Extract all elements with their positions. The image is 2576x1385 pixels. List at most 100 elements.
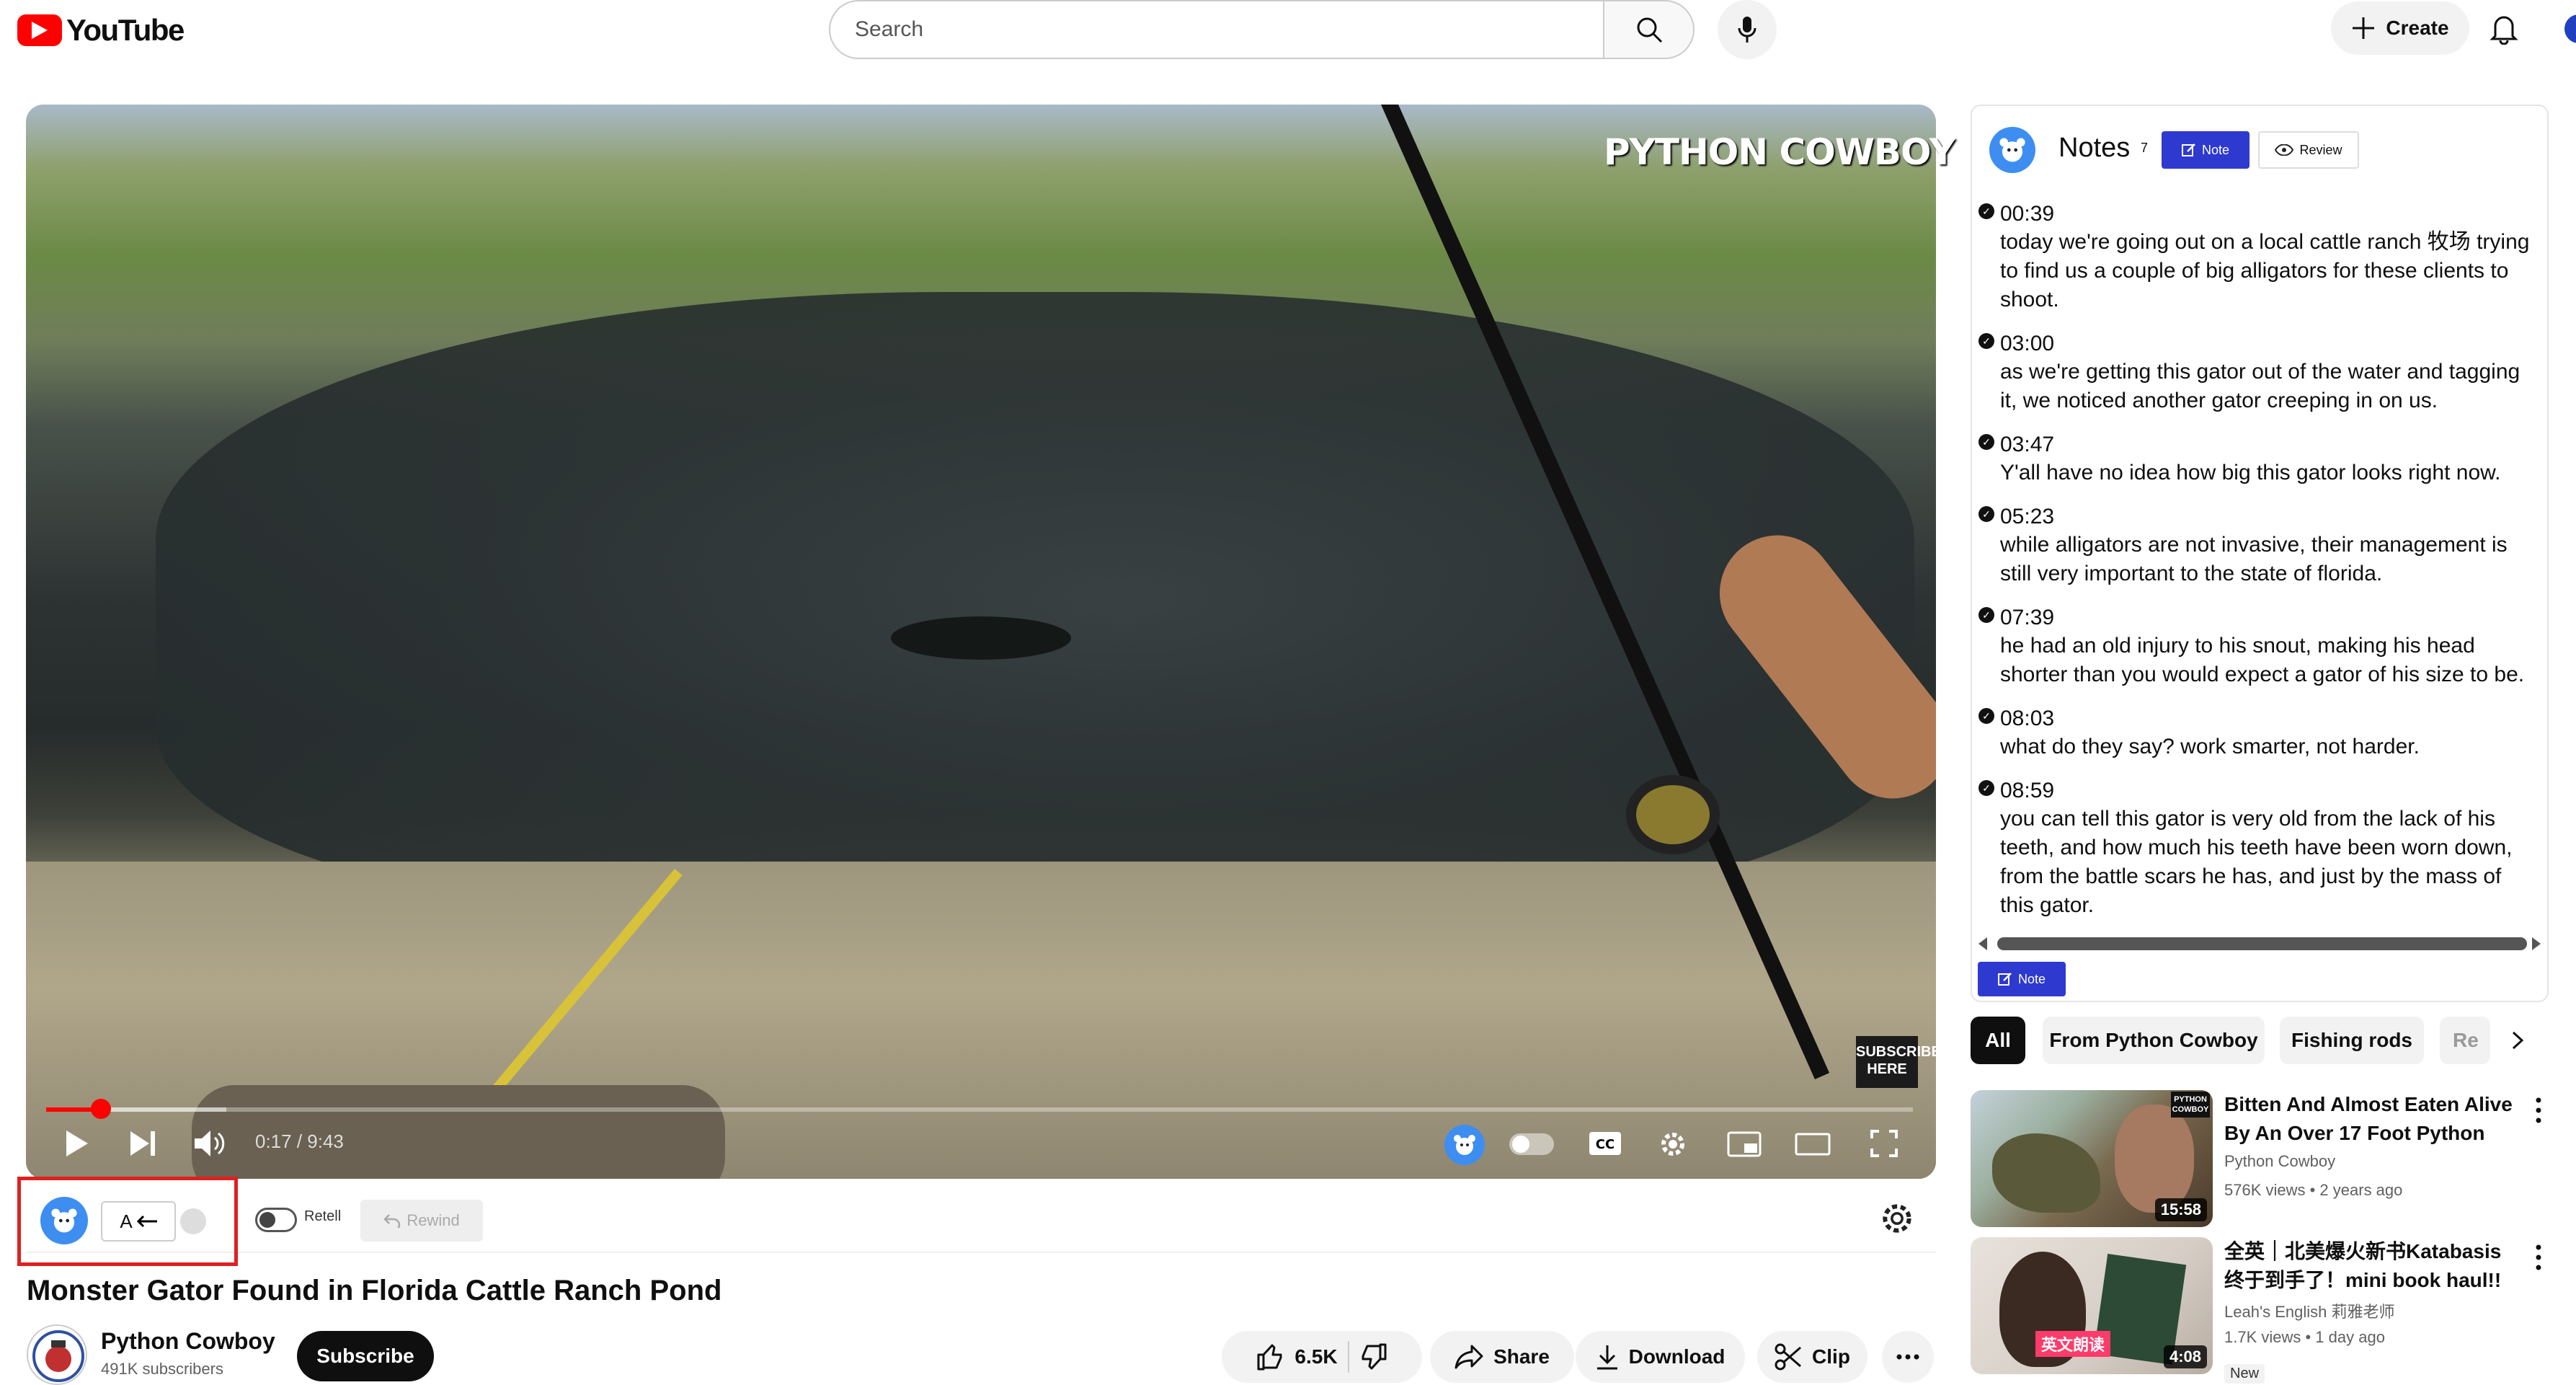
video-thumbnail[interactable]: 英文朗读 4:08 bbox=[1971, 1237, 2213, 1374]
scrollbar-thumb[interactable] bbox=[1997, 937, 2527, 950]
more-vertical-icon[interactable] bbox=[2531, 1096, 2546, 1125]
autoplay-toggle[interactable] bbox=[1509, 1133, 1554, 1155]
channel-name[interactable]: Python Cowboy bbox=[101, 1328, 275, 1355]
note-timestamp[interactable]: 00:39 bbox=[2000, 200, 2535, 228]
note-timestamp[interactable]: 03:00 bbox=[2000, 330, 2535, 358]
channel-avatar[interactable] bbox=[27, 1324, 87, 1385]
check-icon: ✓ bbox=[1978, 333, 1994, 349]
notes-logo bbox=[1989, 127, 2035, 173]
microphone-icon bbox=[1738, 17, 1756, 43]
create-label: Create bbox=[2386, 17, 2449, 39]
chip-from-channel[interactable]: From Python Cowboy bbox=[2043, 1017, 2265, 1064]
notes-scrollbar[interactable] bbox=[1978, 936, 2541, 952]
create-button[interactable]: Create bbox=[2331, 1, 2469, 55]
miniplayer-button[interactable] bbox=[1727, 1130, 1762, 1158]
rewind-label: Rewind bbox=[407, 1211, 460, 1229]
subscribe-button[interactable]: Subscribe bbox=[297, 1331, 434, 1381]
notifications-button[interactable] bbox=[2490, 12, 2518, 45]
video-title[interactable]: 全英｜北美爆火新书Katabasis 终于到手了！mini book haul!… bbox=[2224, 1237, 2513, 1295]
chips-next-button[interactable] bbox=[2494, 1017, 2541, 1064]
plus-icon bbox=[2353, 17, 2375, 39]
subscribe-overlay-button[interactable]: SUBSCRIBE HERE bbox=[1856, 1036, 1941, 1088]
chip-truncated[interactable]: Re bbox=[2440, 1017, 2490, 1064]
captions-button[interactable]: CC bbox=[1589, 1130, 1622, 1156]
retell-toggle-knob bbox=[259, 1212, 275, 1228]
video-duration: 4:08 bbox=[2163, 1345, 2207, 1368]
extension-settings-button[interactable] bbox=[1879, 1200, 1915, 1236]
note-timestamp[interactable]: 08:03 bbox=[2000, 705, 2535, 733]
note-timestamp[interactable]: 05:23 bbox=[2000, 503, 2535, 531]
thumbnail-badge: PYTHON COWBOY bbox=[2171, 1092, 2210, 1118]
chip-fishing-rods[interactable]: Fishing rods bbox=[2280, 1017, 2424, 1064]
edit-icon bbox=[1997, 973, 2012, 986]
notes-count: 7 bbox=[2141, 141, 2149, 155]
thumbnail-person bbox=[2115, 1105, 2194, 1213]
note-text: Y'all have no idea how big this gator lo… bbox=[2000, 461, 2501, 484]
video-duration: 15:58 bbox=[2154, 1198, 2207, 1221]
logo-text: YouTube bbox=[66, 13, 185, 47]
video-thumbnail[interactable]: PYTHON COWBOY 15:58 bbox=[1971, 1090, 2213, 1227]
note-timestamp[interactable]: 08:59 bbox=[2000, 777, 2535, 805]
thumbs-down-icon[interactable] bbox=[1359, 1342, 1388, 1371]
youtube-logo[interactable]: YouTube bbox=[17, 13, 185, 48]
like-dislike-group: 6.5K bbox=[1222, 1331, 1422, 1383]
settings-button[interactable] bbox=[1658, 1129, 1688, 1159]
autoplay-knob bbox=[1512, 1136, 1529, 1153]
progress-bar[interactable] bbox=[46, 1107, 1913, 1112]
next-button[interactable] bbox=[128, 1129, 157, 1158]
eye-icon bbox=[2275, 144, 2294, 156]
thumbnail-snake bbox=[1992, 1133, 2100, 1213]
theater-mode-button[interactable] bbox=[1795, 1130, 1831, 1158]
voice-search-button[interactable] bbox=[1718, 0, 1777, 59]
note-item[interactable]: ✓ 08:59 you can tell this gator is very ol… bbox=[1978, 777, 2535, 920]
scrubber-handle[interactable] bbox=[91, 1099, 111, 1119]
gear-icon bbox=[1883, 1204, 1911, 1233]
search-button[interactable] bbox=[1603, 0, 1695, 59]
check-icon: ✓ bbox=[1978, 780, 1994, 796]
channel-watermark: PYTHON COWBOY bbox=[1604, 131, 1955, 173]
search-input[interactable]: Search bbox=[829, 0, 1604, 59]
note-timestamp[interactable]: 03:47 bbox=[2000, 431, 2535, 459]
recommended-video[interactable]: 英文朗读 4:08 全英｜北美爆火新书Katabasis 终于到手了！mini … bbox=[1971, 1237, 2547, 1384]
edit-icon bbox=[2181, 143, 2195, 156]
download-button[interactable]: Download bbox=[1576, 1331, 1745, 1383]
recommended-video[interactable]: PYTHON COWBOY 15:58 Bitten And Almost Ea… bbox=[1971, 1090, 2547, 1227]
note-item[interactable]: ✓ 00:39 today we're going out on a local c… bbox=[1978, 200, 2535, 314]
fullscreen-button[interactable] bbox=[1870, 1129, 1898, 1158]
chip-all[interactable]: All bbox=[1971, 1017, 2025, 1064]
new-badge: New bbox=[2224, 1364, 2265, 1384]
review-button[interactable]: Review bbox=[2258, 131, 2359, 169]
video-channel[interactable]: Python Cowboy bbox=[2224, 1152, 2335, 1171]
extension-player-button[interactable] bbox=[1444, 1125, 1485, 1165]
add-note-button[interactable]: Note bbox=[2162, 131, 2249, 169]
rewind-button[interactable]: Rewind bbox=[360, 1200, 483, 1242]
note-item[interactable]: ✓ 05:23 while alligators are not invasive,… bbox=[1978, 503, 2535, 588]
note-item[interactable]: ✓ 03:47 Y'all have no idea how big this ga… bbox=[1978, 431, 2535, 487]
video-player[interactable] bbox=[26, 105, 1936, 1179]
thumbnail-caption: 英文朗读 bbox=[2035, 1331, 2111, 1357]
like-count[interactable]: 6.5K bbox=[1294, 1345, 1337, 1368]
note-item[interactable]: ✓ 03:00 as we're getting this gator out of… bbox=[1978, 330, 2535, 415]
skip-next-icon bbox=[130, 1131, 155, 1156]
share-button[interactable]: Share bbox=[1430, 1331, 1574, 1383]
play-button[interactable] bbox=[62, 1129, 91, 1158]
note-text: today we're going out on a local cattle … bbox=[2000, 230, 2530, 311]
video-channel[interactable]: Leah's English 莉雅老师 bbox=[2224, 1299, 2395, 1322]
notes-list: ✓ 00:39 today we're going out on a local c… bbox=[1978, 200, 2535, 936]
more-vertical-icon[interactable] bbox=[2531, 1243, 2546, 1272]
video-title[interactable]: Bitten And Almost Eaten Alive By An Over… bbox=[2224, 1090, 2513, 1148]
clip-button[interactable]: Clip bbox=[1757, 1331, 1867, 1383]
account-avatar[interactable] bbox=[2564, 14, 2576, 43]
more-actions-button[interactable] bbox=[1882, 1331, 1934, 1383]
thumbs-up-icon[interactable] bbox=[1256, 1342, 1284, 1371]
note-item[interactable]: ✓ 08:03 what do they say? work smarter, no… bbox=[1978, 705, 2535, 761]
retell-toggle[interactable] bbox=[255, 1208, 297, 1232]
scroll-left-icon[interactable] bbox=[1978, 937, 1990, 950]
note-item[interactable]: ✓ 07:39 he had an old injury to his snout,… bbox=[1978, 604, 2535, 689]
note-timestamp[interactable]: 07:39 bbox=[2000, 604, 2535, 632]
note-text: what do they say? work smarter, not hard… bbox=[2000, 735, 2420, 758]
scroll-right-icon[interactable] bbox=[2529, 937, 2541, 950]
volume-button[interactable] bbox=[195, 1129, 226, 1158]
add-note-button-bottom[interactable]: Note bbox=[1978, 962, 2066, 996]
note-button-label: Note bbox=[2017, 971, 2046, 986]
